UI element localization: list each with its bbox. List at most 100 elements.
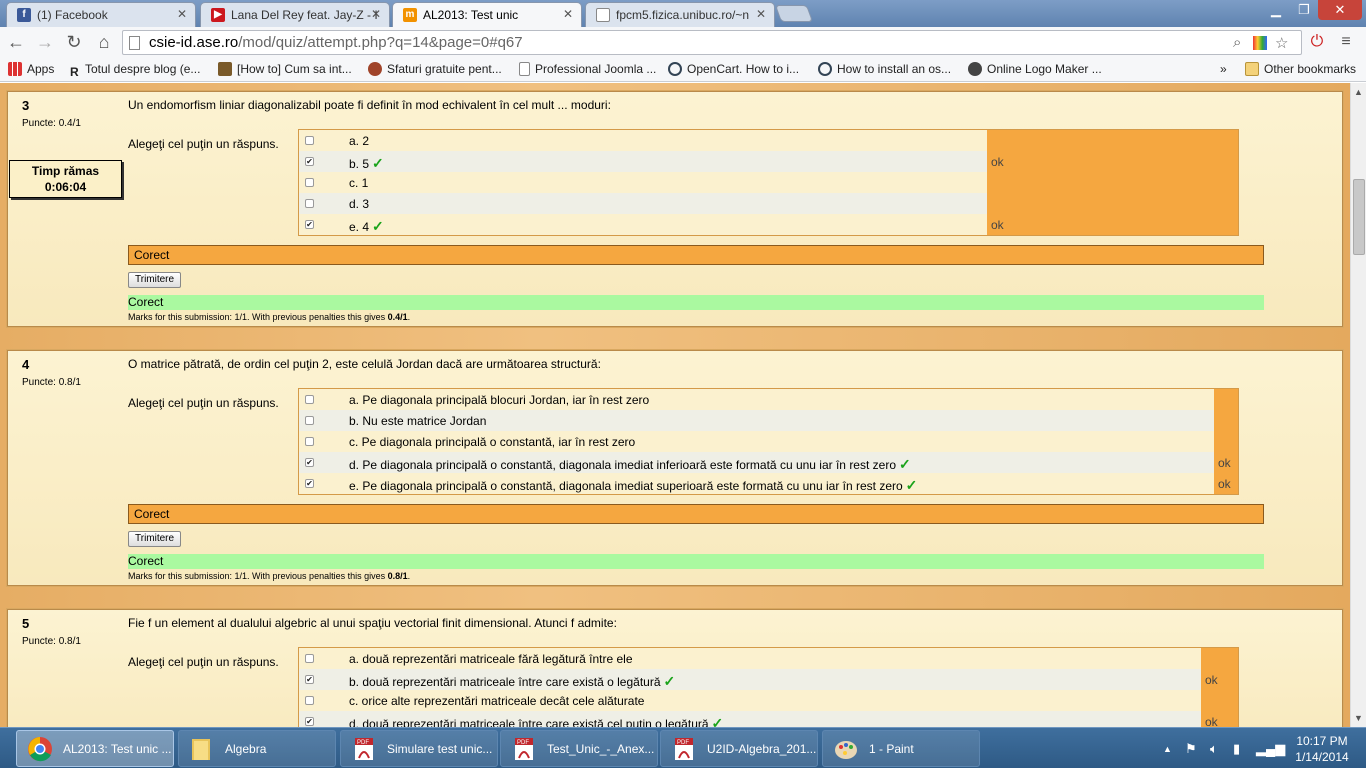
status-bar: Corect [128, 554, 1264, 569]
page-scrollbar[interactable]: ▲ ▼ [1350, 83, 1366, 727]
clock-time: 10:17 PM [1296, 734, 1348, 748]
answer-row[interactable]: c. Pe diagonala principală o constantă, … [299, 431, 1238, 452]
taskbar-item-pdf3[interactable]: PDF U2ID-Algebra_201... [660, 730, 818, 767]
bookmark-item[interactable]: [How to] Cum sa int... [218, 62, 352, 76]
bookmark-item[interactable]: Sfaturi gratuite pent... [368, 62, 502, 76]
submit-button[interactable]: Trimitere [128, 272, 182, 288]
extension-color-icon[interactable] [1253, 36, 1267, 50]
address-bar[interactable]: csie-id.ase.ro/mod/quiz/attempt.php?q=14… [122, 30, 1302, 55]
bookmark-item[interactable]: R Totul despre blog (e... [70, 62, 200, 79]
reload-icon[interactable]: ↻ [62, 31, 86, 55]
bookmark-item[interactable]: Professional Joomla ... [519, 62, 656, 76]
youtube-icon: ▶ [211, 8, 225, 22]
close-icon[interactable]: ✕ [756, 7, 766, 21]
folder-icon [1245, 62, 1259, 76]
answer-checkbox[interactable] [305, 437, 314, 446]
bookmark-item[interactable]: Online Logo Maker ... [968, 62, 1102, 76]
page-content: 3 Puncte: 0.4/1 Un endomorfism liniar di… [0, 83, 1350, 727]
answer-checkbox[interactable] [305, 136, 314, 145]
new-tab-button[interactable] [774, 5, 814, 22]
question-text: O matrice pătrată, de ordin cel puţin 2,… [128, 357, 601, 371]
bookmark-item[interactable]: OpenCart. How to i... [668, 62, 799, 76]
answer-checkbox[interactable]: ✔ [305, 458, 314, 467]
answer-row[interactable]: ✔ e. 4 ✓ ok [299, 214, 1238, 235]
answer-label: b. două reprezentări matriceale între ca… [349, 673, 675, 690]
answer-row[interactable]: c. orice alte reprezentări matriceale de… [299, 690, 1238, 711]
taskbar-label: Simulare test unic... [387, 742, 493, 756]
answer-row[interactable]: a. 2 [299, 130, 1238, 151]
answer-checkbox[interactable]: ✔ [305, 675, 314, 684]
answer-checkbox[interactable] [305, 178, 314, 187]
answer-prompt: Alegeţi cel puţin un răspuns. [128, 655, 279, 669]
clock[interactable]: 10:17 PM 1/14/2014 [1287, 733, 1357, 765]
correct-check-icon: ✓ [663, 673, 676, 689]
scroll-up-icon[interactable]: ▲ [1354, 87, 1363, 97]
url-host: csie-id.ase.ro [149, 34, 239, 51]
close-icon[interactable]: ✕ [563, 7, 573, 21]
answer-checkbox[interactable]: ✔ [305, 717, 314, 726]
page-icon [519, 62, 530, 76]
question-text: Un endomorfism liniar diagonalizabil poa… [128, 98, 611, 112]
taskbar-item-algebra[interactable]: Algebra [178, 730, 336, 767]
star-icon[interactable]: ☆ [1275, 34, 1288, 52]
tab-facebook[interactable]: f (1) Facebook ✕ [6, 2, 196, 27]
scroll-down-icon[interactable]: ▼ [1354, 713, 1363, 723]
tray-expand-icon[interactable]: ▲ [1163, 744, 1172, 754]
taskbar-item-pdf1[interactable]: PDF Simulare test unic... [340, 730, 498, 767]
forward-icon[interactable]: → [33, 31, 57, 55]
answer-row[interactable]: ✔ b. 5 ✓ ok [299, 151, 1238, 172]
answer-label: d. Pe diagonala principală o constantă, … [349, 456, 911, 473]
answer-row[interactable]: c. 1 [299, 172, 1238, 193]
bookmark-label: OpenCart. How to i... [687, 62, 800, 76]
home-icon[interactable]: ⌂ [92, 31, 116, 55]
answer-row[interactable]: a. Pe diagonala principală blocuri Jorda… [299, 389, 1238, 410]
close-icon[interactable]: ✕ [177, 7, 187, 21]
menu-icon[interactable]: ≡ [1334, 31, 1358, 55]
minimize-icon[interactable]: ▁ [1262, 0, 1290, 20]
answer-prompt: Alegeţi cel puţin un răspuns. [128, 137, 279, 151]
taskbar-item-paint[interactable]: 1 - Paint [822, 730, 980, 767]
timer-value: 0:06:04 [44, 180, 87, 194]
answer-row[interactable]: ✔ d. Pe diagonala principală o constantă,… [299, 452, 1238, 473]
answer-checkbox[interactable] [305, 416, 314, 425]
bookmarks-overflow-button[interactable]: » [1220, 62, 1227, 76]
extension-icon[interactable]: ⏻ [1305, 31, 1329, 55]
answer-checkbox[interactable] [305, 654, 314, 663]
answer-checkbox[interactable] [305, 395, 314, 404]
answer-cell: b. Nu este matrice Jordan [299, 410, 1214, 431]
close-icon[interactable]: ✕ [371, 7, 381, 21]
answer-row[interactable]: d. 3 [299, 193, 1238, 214]
answer-row[interactable]: ✔ d. două reprezentări matriceale între c… [299, 711, 1238, 727]
window-close-icon[interactable]: ✕ [1318, 0, 1362, 20]
other-bookmarks[interactable]: Other bookmarks [1245, 62, 1356, 76]
network-icon[interactable]: ▂▄▆ [1256, 741, 1285, 757]
zoom-icon[interactable]: ⌕ [1233, 34, 1241, 51]
tab-quiz[interactable]: m AL2013: Test unic ✕ [392, 2, 582, 27]
bookmark-item[interactable]: How to install an os... [818, 62, 951, 76]
svg-text:PDF: PDF [357, 740, 369, 746]
tab-youtube[interactable]: ▶ Lana Del Rey feat. Jay-Z - I ✕ [200, 2, 390, 27]
restore-icon[interactable]: ❐ [1290, 0, 1318, 20]
answer-checkbox[interactable]: ✔ [305, 220, 314, 229]
answer-checkbox[interactable]: ✔ [305, 479, 314, 488]
battery-icon[interactable]: ▮ [1233, 741, 1240, 757]
flag-icon[interactable]: ⚑ [1185, 741, 1197, 757]
answer-label: d. 3 [349, 197, 369, 211]
submit-button[interactable]: Trimitere [128, 531, 182, 547]
taskbar-item-chrome[interactable]: AL2013: Test unic ... [16, 730, 174, 767]
answer-checkbox[interactable] [305, 199, 314, 208]
taskbar-item-pdf2[interactable]: PDF Test_Unic_-_Anex... [500, 730, 658, 767]
answer-row[interactable]: a. două reprezentări matriceale fără leg… [299, 648, 1238, 669]
answer-checkbox[interactable] [305, 696, 314, 705]
answer-row[interactable]: ✔ b. două reprezentări matriceale între c… [299, 669, 1238, 690]
tab-fizica[interactable]: fpcm5.fizica.unibuc.ro/~n ✕ [585, 2, 775, 27]
bookmark-apps[interactable]: Apps [8, 62, 54, 76]
answer-checkbox[interactable]: ✔ [305, 157, 314, 166]
url-text[interactable]: csie-id.ase.ro/mod/quiz/attempt.php?q=14… [149, 34, 523, 51]
marks-prefix: Marks for this submission: 1/1. With pre… [128, 312, 388, 322]
volume-icon[interactable]: 🔈︎ [1210, 741, 1218, 757]
answer-row[interactable]: ✔ e. Pe diagonala principală o constantă,… [299, 473, 1238, 494]
answer-row[interactable]: b. Nu este matrice Jordan [299, 410, 1238, 431]
scrollbar-thumb[interactable] [1353, 179, 1365, 255]
back-icon[interactable]: ← [4, 31, 28, 55]
